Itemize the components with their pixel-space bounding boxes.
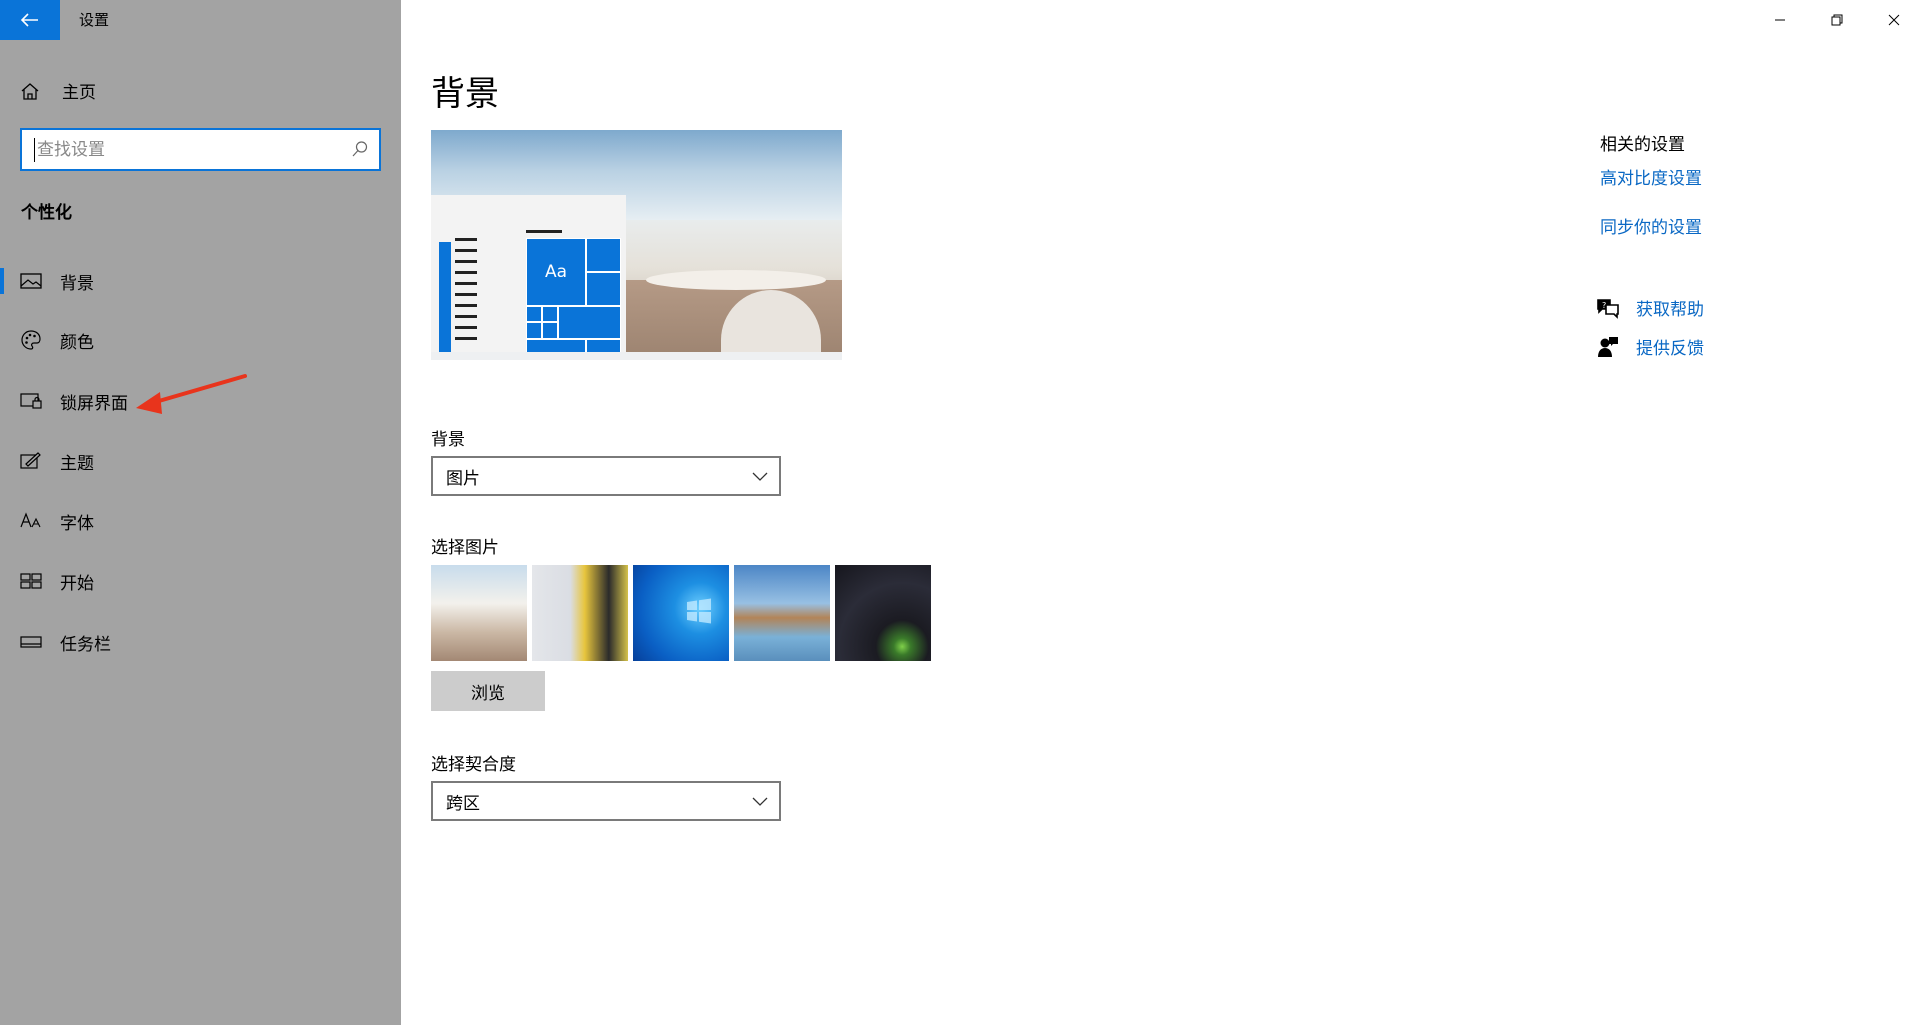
thumbnail-dining-table[interactable] [431, 565, 527, 661]
sidebar-item-label: 开始 [60, 573, 94, 594]
home-label: 主页 [62, 83, 96, 103]
back-arrow-icon [20, 13, 38, 27]
start-icon [20, 570, 42, 592]
home-nav[interactable]: 主页 [20, 78, 96, 103]
fit-dropdown[interactable]: 跨区 [431, 781, 781, 821]
app-title: 设置 [79, 11, 110, 29]
search-icon [352, 141, 368, 157]
sidebar-item-themes[interactable]: 主题 [0, 438, 401, 484]
close-icon [1888, 14, 1900, 26]
page-title: 背景 [431, 74, 499, 114]
search-box[interactable] [20, 128, 381, 171]
fit-label: 选择契合度 [431, 755, 516, 775]
lock-screen-icon [20, 390, 42, 412]
sidebar-item-colors[interactable]: 颜色 [0, 317, 401, 363]
feedback-person-icon [1596, 335, 1620, 359]
chevron-down-icon [752, 472, 768, 481]
main-pane: 背景 Aa 背景 图片 选择图片 浏览 选择契合度 跨区 [401, 0, 1920, 1025]
fit-dropdown-value: 跨区 [446, 793, 480, 814]
related-settings-heading: 相关的设置 [1600, 135, 1685, 155]
sidebar-item-label: 任务栏 [60, 634, 111, 655]
home-icon [21, 82, 39, 100]
chevron-down-icon [752, 797, 768, 806]
chat-help-icon: ? [1596, 296, 1620, 320]
sidebar-item-start[interactable]: 开始 [0, 558, 401, 604]
background-dropdown[interactable]: 图片 [431, 456, 781, 496]
annotation-arrow-icon [136, 374, 247, 414]
minimize-icon [1775, 19, 1785, 21]
picture-icon [20, 270, 42, 292]
search-input[interactable] [34, 138, 334, 162]
feedback-row[interactable]: 提供反馈 [1596, 334, 1704, 359]
svg-text:?: ? [1602, 301, 1606, 310]
browse-button[interactable]: 浏览 [431, 671, 545, 711]
sync-settings-link[interactable]: 同步你的设置 [1600, 213, 1702, 238]
font-icon [20, 510, 42, 532]
background-preview: Aa [431, 130, 842, 360]
sidebar-item-label: 锁屏界面 [60, 393, 128, 414]
restore-button[interactable] [1822, 8, 1852, 32]
thumbnail-night-sky-tent[interactable] [835, 565, 931, 661]
back-button[interactable] [0, 0, 60, 40]
theme-icon [20, 450, 42, 472]
palette-icon [20, 329, 42, 351]
sidebar-item-background[interactable]: 背景 [0, 258, 401, 304]
close-button[interactable] [1879, 8, 1909, 32]
thumbnail-basketball-court[interactable] [532, 565, 628, 661]
background-label: 背景 [431, 430, 465, 450]
thumbnail-beach-rocks[interactable] [734, 565, 830, 661]
sidebar-item-fonts[interactable]: 字体 [0, 498, 401, 544]
sidebar-item-label: 主题 [60, 453, 94, 474]
sidebar-item-label: 颜色 [60, 332, 94, 353]
sidebar-item-label: 字体 [60, 513, 94, 534]
picture-thumbnails [431, 565, 936, 661]
windows-logo-icon [687, 598, 711, 624]
sidebar: 设置 主页 个性化 背景 颜色 [0, 0, 401, 1025]
sidebar-item-taskbar[interactable]: 任务栏 [0, 619, 401, 665]
get-help-row[interactable]: ? 获取帮助 [1596, 295, 1704, 320]
give-feedback-link[interactable]: 提供反馈 [1636, 334, 1704, 359]
preview-tile-label: Aa [526, 238, 586, 306]
settings-window: 设置 主页 个性化 背景 颜色 [0, 0, 1920, 1025]
section-heading: 个性化 [21, 203, 72, 223]
choose-picture-label: 选择图片 [431, 538, 499, 558]
restore-icon [1831, 14, 1843, 26]
background-dropdown-value: 图片 [446, 468, 480, 489]
get-help-link[interactable]: 获取帮助 [1636, 295, 1704, 320]
minimize-button[interactable] [1765, 8, 1795, 32]
thumbnail-windows-blue[interactable] [633, 565, 729, 661]
sidebar-item-label: 背景 [60, 273, 94, 294]
taskbar-icon [20, 631, 42, 653]
high-contrast-link[interactable]: 高对比度设置 [1600, 164, 1702, 189]
